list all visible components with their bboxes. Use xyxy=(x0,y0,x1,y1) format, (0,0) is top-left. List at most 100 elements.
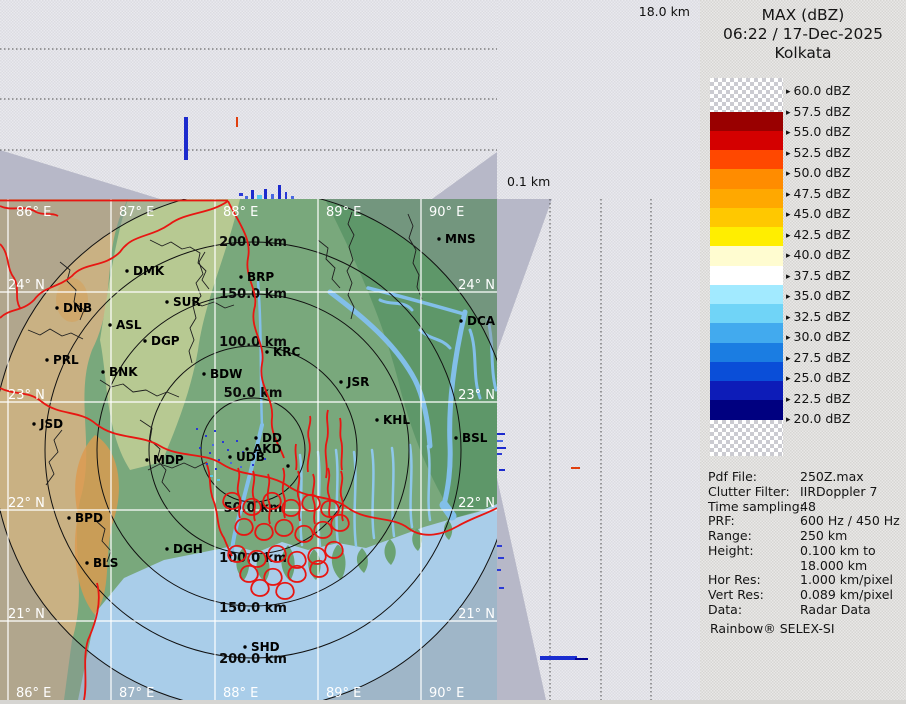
map-canvas[interactable]: 200.0 km150.0 km100.0 km50.0 km50.0 km10… xyxy=(0,199,497,700)
station-dot xyxy=(228,455,231,458)
metadata-value: 250Z.max xyxy=(800,469,864,484)
metadata-value: 18.000 km xyxy=(800,558,867,573)
radar-map-view[interactable]: 200.0 km150.0 km100.0 km50.0 km50.0 km10… xyxy=(0,199,497,700)
beam-shadow-wedge xyxy=(497,478,546,700)
longitude-label: 89° E xyxy=(326,686,361,700)
metadata-value: 250 km xyxy=(800,528,847,543)
tick-arrow-icon: ▸ xyxy=(786,313,791,323)
metadata-value: 0.089 km/pixel xyxy=(800,587,893,602)
station-dot xyxy=(67,516,70,519)
station-label: SUR xyxy=(173,295,201,309)
station-dot xyxy=(165,547,168,550)
echo-marks xyxy=(184,117,294,199)
tick-arrow-icon: ▸ xyxy=(786,128,791,138)
tick-arrow-icon: ▸ xyxy=(786,108,791,118)
scale-tick-label: ▸47.5 dBZ xyxy=(786,186,850,201)
longitude-label: 90° E xyxy=(429,686,464,700)
metadata-label: Vert Res: xyxy=(708,587,764,602)
longitude-label: 88° E xyxy=(223,686,258,700)
scale-tick-label: ▸27.5 dBZ xyxy=(786,350,850,365)
longitude-label: 89° E xyxy=(326,205,361,220)
station-label: DGP xyxy=(151,334,180,348)
tick-arrow-icon: ▸ xyxy=(786,87,791,97)
latitude-label: 21° N xyxy=(8,607,45,622)
scale-block xyxy=(710,400,783,419)
radar-display-window: 18.0 km 0.1 km xyxy=(0,0,906,700)
tick-arrow-icon: ▸ xyxy=(786,415,791,425)
height-gridlines xyxy=(550,199,651,700)
tick-arrow-icon: ▸ xyxy=(786,190,791,200)
station-dot xyxy=(243,645,246,648)
metadata-label: PRF: xyxy=(708,513,735,528)
longitude-label: 90° E xyxy=(429,205,464,220)
longitude-label: 86° E xyxy=(16,205,51,220)
dbz-color-scale: ▸60.0 dBZ▸57.5 dBZ▸55.0 dBZ▸52.5 dBZ▸50.… xyxy=(700,0,906,460)
scale-block xyxy=(710,285,783,304)
station-dot xyxy=(101,370,104,373)
scale-block xyxy=(710,343,783,362)
scale-tick-label: ▸37.5 dBZ xyxy=(786,268,850,283)
scale-block xyxy=(710,189,783,208)
station-label: SHD xyxy=(251,640,280,654)
metadata-value: 48 xyxy=(800,499,816,514)
station-label: BDW xyxy=(210,367,242,381)
metadata-label: Range: xyxy=(708,528,752,543)
station-dot xyxy=(108,323,111,326)
top-projection-canvas xyxy=(0,0,497,199)
scale-block xyxy=(710,112,783,131)
scale-tick-label: ▸42.5 dBZ xyxy=(786,227,850,242)
beam-shadow-wedge xyxy=(0,150,160,199)
scale-tick-label: ▸55.0 dBZ xyxy=(786,124,850,139)
latitude-label: 22° N xyxy=(458,496,495,511)
beam-shadow-wedge xyxy=(432,152,497,199)
station-dot xyxy=(55,306,58,309)
station-label: DCA xyxy=(467,314,496,328)
metadata-label: Hor Res: xyxy=(708,572,761,587)
metadata-value: IIRDoppler 7 xyxy=(800,484,877,499)
tick-arrow-icon: ▸ xyxy=(786,169,791,179)
station-dot xyxy=(32,422,35,425)
station-dot xyxy=(145,458,148,461)
top-projection-panel xyxy=(0,0,497,199)
scale-tick-label: ▸35.0 dBZ xyxy=(786,288,850,303)
corner-axis-panel: 18.0 km 0.1 km xyxy=(497,0,700,200)
range-ring-label: 150.0 km xyxy=(219,601,287,616)
station-dot xyxy=(45,358,48,361)
station-label: JSD xyxy=(39,417,63,431)
scale-block xyxy=(710,381,783,400)
latitude-label: 24° N xyxy=(8,278,45,293)
scale-tick-label: ▸60.0 dBZ xyxy=(786,83,850,98)
scale-block xyxy=(710,131,783,150)
scale-block xyxy=(710,208,783,227)
metadata-label: Height: xyxy=(708,543,754,558)
station-dot xyxy=(85,561,88,564)
tick-arrow-icon: ▸ xyxy=(786,149,791,159)
side-projection-panel xyxy=(497,199,700,700)
range-ring-label: 200.0 km xyxy=(219,652,287,667)
top-height-axis-label: 18.0 km xyxy=(639,4,690,19)
scale-tick-label: ▸22.5 dBZ xyxy=(786,391,850,406)
station-label: DMK xyxy=(133,264,165,278)
scale-block xyxy=(710,246,783,265)
tick-arrow-icon: ▸ xyxy=(786,333,791,343)
height-gridlines xyxy=(0,49,497,150)
range-ring-label: 50.0 km xyxy=(224,386,283,401)
terrain-hills xyxy=(56,278,88,322)
range-ring-label: 200.0 km xyxy=(219,235,287,250)
longitude-label: 88° E xyxy=(223,205,258,220)
scale-tick-label: ▸25.0 dBZ xyxy=(786,370,850,385)
beam-shadow-wedge xyxy=(497,199,552,352)
latitude-label: 23° N xyxy=(8,388,45,403)
station-dot xyxy=(202,372,205,375)
station-label: BPD xyxy=(75,511,103,525)
scale-block-nodata xyxy=(710,420,783,456)
station-dot xyxy=(375,418,378,421)
metadata-label: Clutter Filter: xyxy=(708,484,790,499)
station-label: BNK xyxy=(109,365,138,379)
station-dot xyxy=(254,436,257,439)
scale-block xyxy=(710,266,783,285)
scale-block xyxy=(710,304,783,323)
station-label: DGH xyxy=(173,542,203,556)
station-dot xyxy=(286,464,289,467)
metadata-label: Pdf File: xyxy=(708,469,757,484)
